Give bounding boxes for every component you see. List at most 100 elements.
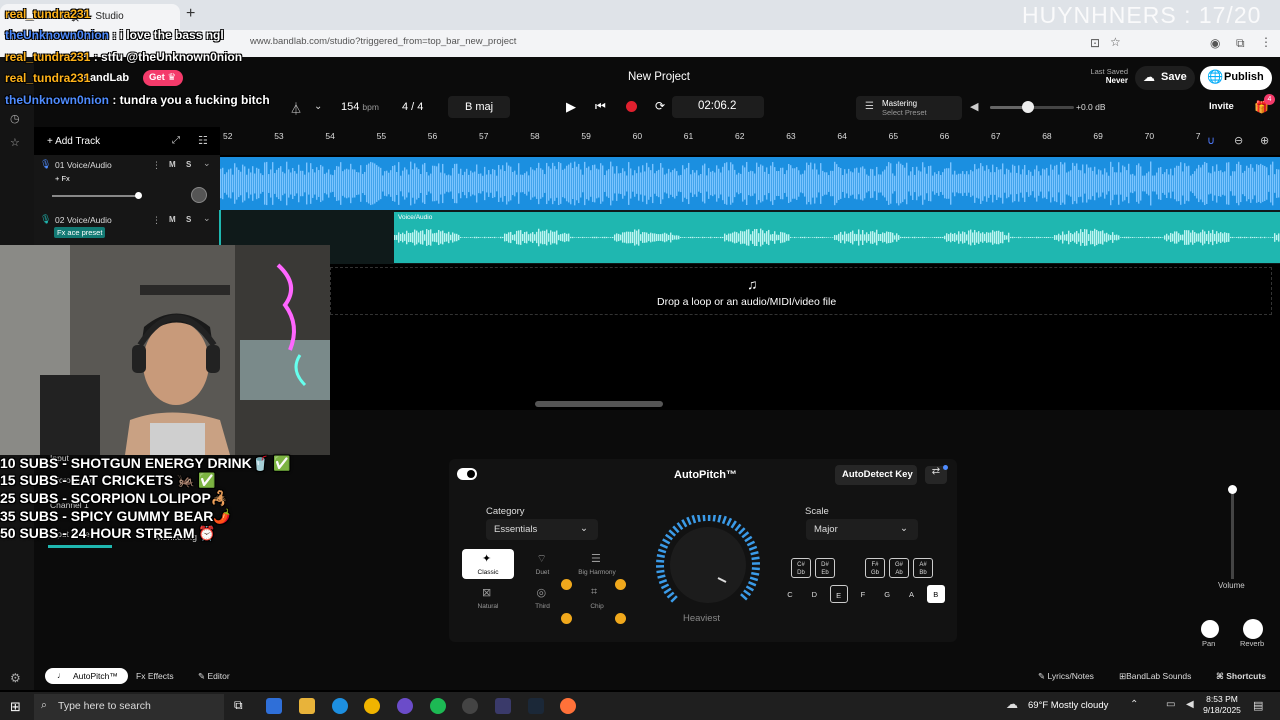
track-expand-icon[interactable]: ⌄: [203, 213, 211, 224]
metronome-icon[interactable]: ⏃: [290, 100, 302, 117]
audio-clip[interactable]: Voice/Audio: [394, 212, 1280, 263]
solo-button-1[interactable]: S: [186, 160, 191, 169]
key-natural[interactable]: C: [781, 585, 799, 603]
spotify-icon[interactable]: [430, 698, 446, 714]
zoom-in-icon[interactable]: ⊕: [1260, 134, 1269, 147]
get-membership-button[interactable]: Get ♛: [143, 70, 183, 86]
favorites-icon[interactable]: ☆: [10, 136, 20, 149]
tab-autopitch[interactable]: ♩ AutoPitch™: [45, 668, 128, 684]
track-expand-icon[interactable]: ⌄: [203, 158, 211, 169]
project-title[interactable]: New Project: [628, 71, 690, 83]
volume-icon[interactable]: ◀: [1186, 699, 1194, 710]
track-menu-icon[interactable]: ⋮: [152, 215, 161, 226]
edge-icon[interactable]: [332, 698, 348, 714]
history-icon[interactable]: ◷: [10, 112, 20, 125]
key-natural[interactable]: G: [878, 585, 896, 603]
taskbar-clock[interactable]: 8:53 PM 9/18/2025: [1202, 694, 1242, 716]
windows-start-icon[interactable]: ⊞: [10, 699, 21, 715]
pan-knob[interactable]: [1201, 620, 1219, 638]
key-natural[interactable]: D: [805, 585, 823, 603]
app-icon[interactable]: [462, 698, 478, 714]
taskbar-search[interactable]: ⌕ Type here to search: [34, 694, 224, 720]
publish-button[interactable]: 🌐 Publish: [1200, 66, 1272, 90]
tab-editor[interactable]: ✎ Editor: [198, 671, 230, 682]
key-sharp[interactable]: C# Db: [791, 558, 811, 578]
track-lane-1[interactable]: [220, 157, 1280, 210]
mute-button-2[interactable]: M: [169, 215, 176, 224]
add-fx-button[interactable]: + Fx: [55, 174, 70, 183]
track-name-1[interactable]: 01 Voice/Audio: [55, 160, 112, 170]
browser-menu-icon[interactable]: ⋮: [1260, 35, 1272, 49]
mastering-button[interactable]: ☰ Mastering Select Preset: [856, 96, 962, 120]
track-pan-knob[interactable]: [191, 187, 207, 203]
add-track-button[interactable]: + Add Track: [47, 136, 100, 147]
extensions-icon[interactable]: ⧉: [1236, 36, 1245, 51]
copilot-icon[interactable]: [266, 698, 282, 714]
mode-classic[interactable]: ✦ Classic: [462, 549, 514, 579]
time-signature-field[interactable]: 4 / 4: [402, 101, 423, 113]
key-sharp[interactable]: A# Bb: [913, 558, 933, 578]
url-text[interactable]: www.bandlab.com/studio?triggered_from=to…: [250, 36, 516, 47]
obs-icon[interactable]: [397, 698, 413, 714]
track-menu-icon[interactable]: ⋮: [152, 160, 161, 171]
mode-duet[interactable]: ⌔ Duet: [517, 549, 569, 579]
autopitch-toggle[interactable]: [457, 468, 477, 480]
tray-chevron-icon[interactable]: ⌃: [1130, 699, 1138, 710]
solo-button-2[interactable]: S: [186, 215, 191, 224]
key-natural[interactable]: A: [903, 585, 921, 603]
firefox-icon[interactable]: [560, 698, 576, 714]
new-tab-button[interactable]: +: [186, 5, 195, 23]
mode-big-harmony[interactable]: ☰ Big Harmony: [571, 549, 623, 579]
key-sharp[interactable]: D# Eb: [815, 558, 835, 578]
autodetect-key-button[interactable]: AutoDetect Key: [835, 465, 917, 485]
master-volume-slider[interactable]: [990, 101, 1074, 113]
correction-amount-knob[interactable]: [655, 515, 761, 611]
track-name-2[interactable]: 02 Voice/Audio: [55, 215, 112, 225]
network-icon[interactable]: ▭: [1166, 699, 1175, 710]
automation-icon[interactable]: ⤢: [172, 135, 180, 146]
tempo-field[interactable]: 154 bpm: [341, 101, 379, 113]
key-field[interactable]: B maj: [448, 96, 510, 118]
app-icon[interactable]: [495, 698, 511, 714]
timeline-ruler[interactable]: 52 53 54 55 56 57 58 59 60 61 62 63 64 65 66 67 68 69 70 7: [220, 127, 1280, 155]
mode-third[interactable]: ◎ Third: [517, 583, 569, 613]
mode-chip[interactable]: ⌗ Chip: [571, 583, 623, 613]
mute-button-1[interactable]: M: [169, 160, 176, 169]
snap-magnet-icon[interactable]: ∪: [1207, 134, 1215, 147]
key-natural[interactable]: F: [854, 585, 872, 603]
category-select[interactable]: Essentials ⌄: [486, 519, 598, 540]
chrome-icon[interactable]: [364, 698, 380, 714]
profile-icon[interactable]: ◉: [1210, 36, 1220, 50]
volume-slider[interactable]: [1228, 485, 1237, 579]
key-natural[interactable]: B: [926, 585, 945, 603]
scale-select[interactable]: Major ⌄: [806, 519, 918, 540]
bookmark-star-icon[interactable]: ☆: [1110, 35, 1121, 49]
horizontal-scrollbar[interactable]: [535, 401, 663, 407]
install-app-icon[interactable]: ⊡: [1090, 36, 1100, 50]
notifications-icon[interactable]: ▤: [1253, 699, 1263, 712]
play-icon[interactable]: ▶: [566, 99, 576, 115]
fx-preset-tag[interactable]: Fx ace preset: [54, 227, 106, 238]
tab-effects[interactable]: Fx Effects: [136, 671, 174, 681]
invite-button[interactable]: Invite: [1209, 101, 1234, 112]
metronome-dropdown-icon[interactable]: ⌄: [314, 101, 322, 112]
bandlab-sounds-button[interactable]: ⊞BandLab Sounds: [1119, 671, 1191, 682]
task-view-icon[interactable]: ⧉: [234, 698, 243, 713]
shortcuts-button[interactable]: ⌘ Shortcuts: [1216, 671, 1266, 682]
mute-speaker-icon[interactable]: ◀: [970, 100, 978, 113]
key-sharp[interactable]: G# Ab: [889, 558, 909, 578]
weather-text[interactable]: 69°F Mostly cloudy: [1028, 700, 1108, 711]
key-natural[interactable]: E: [829, 585, 848, 603]
steam-icon[interactable]: [528, 698, 544, 714]
record-icon[interactable]: [626, 101, 637, 112]
key-sharp[interactable]: F# Gb: [865, 558, 885, 578]
lyrics-notes-button[interactable]: ✎ Lyrics/Notes: [1038, 671, 1094, 682]
track-volume-slider[interactable]: [52, 192, 142, 199]
file-explorer-icon[interactable]: [299, 698, 315, 714]
save-button[interactable]: ☁ Save: [1135, 66, 1195, 90]
skip-back-icon[interactable]: ⏮: [595, 99, 606, 114]
mode-natural[interactable]: ⊠ Natural: [462, 583, 514, 613]
reverb-knob[interactable]: [1243, 619, 1263, 639]
settings-gear-icon[interactable]: ⚙: [10, 671, 21, 685]
loop-icon[interactable]: ⟳: [655, 99, 665, 113]
